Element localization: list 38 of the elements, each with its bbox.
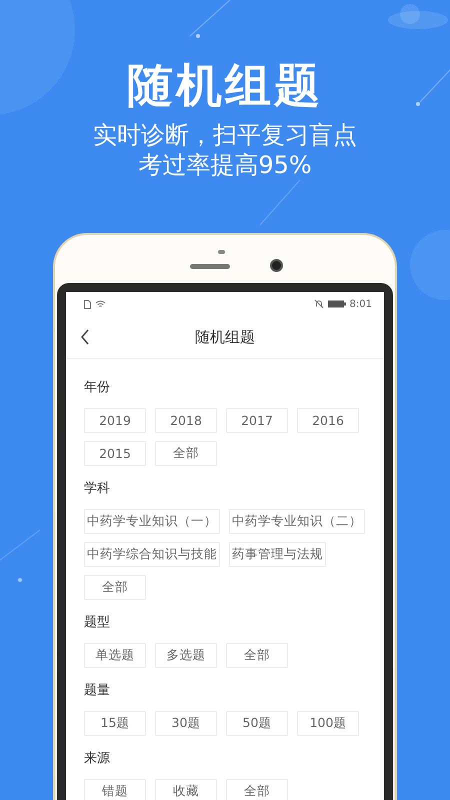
- screen-title: 随机组题: [195, 328, 255, 346]
- option-chip[interactable]: 全部: [84, 575, 146, 600]
- status-time: 8:01: [350, 298, 372, 310]
- promo-title: 随机组题: [127, 57, 323, 113]
- section-label: 年份: [84, 379, 110, 397]
- option-chip[interactable]: 错题: [84, 779, 146, 800]
- sim-icon: [84, 300, 91, 308]
- option-chip[interactable]: 2016: [297, 408, 359, 433]
- section-label: 学科: [84, 480, 110, 498]
- option-chip[interactable]: 2019: [84, 408, 146, 433]
- section-label: 来源: [84, 750, 110, 768]
- promo-subtitle: 考过率提高95%: [138, 150, 312, 180]
- option-chip[interactable]: 15题: [84, 711, 146, 736]
- option-chip[interactable]: 100题: [297, 711, 359, 736]
- option-chip[interactable]: 全部: [226, 779, 288, 800]
- section-label: 题量: [84, 682, 110, 700]
- option-chip[interactable]: 中药学专业知识（二）: [229, 509, 365, 534]
- option-chip[interactable]: 单选题: [84, 643, 146, 668]
- option-chip[interactable]: 中药学专业知识（一）: [84, 509, 220, 534]
- option-chip[interactable]: 多选题: [155, 643, 217, 668]
- option-chip[interactable]: 50题: [226, 711, 288, 736]
- option-chip[interactable]: 2018: [155, 408, 217, 433]
- section-label: 题型: [84, 614, 110, 632]
- option-chip[interactable]: 30题: [155, 711, 217, 736]
- option-chip[interactable]: 中药学综合知识与技能: [84, 542, 220, 567]
- option-chip[interactable]: 2015: [84, 441, 146, 466]
- wifi-icon: [95, 300, 106, 308]
- option-chip[interactable]: 收藏: [155, 779, 217, 800]
- option-chip[interactable]: 2017: [226, 408, 288, 433]
- option-chip[interactable]: 药事管理与法规: [229, 542, 326, 567]
- muted-bell-icon: [314, 299, 324, 309]
- option-chip[interactable]: 全部: [226, 643, 288, 668]
- battery-icon: [328, 300, 346, 308]
- sensor-icon: [218, 250, 225, 254]
- speaker-icon: [190, 264, 230, 269]
- option-chip[interactable]: 全部: [155, 441, 217, 466]
- promo-subtitle: 实时诊断，扫平复习盲点: [93, 120, 357, 150]
- back-icon[interactable]: [80, 329, 90, 345]
